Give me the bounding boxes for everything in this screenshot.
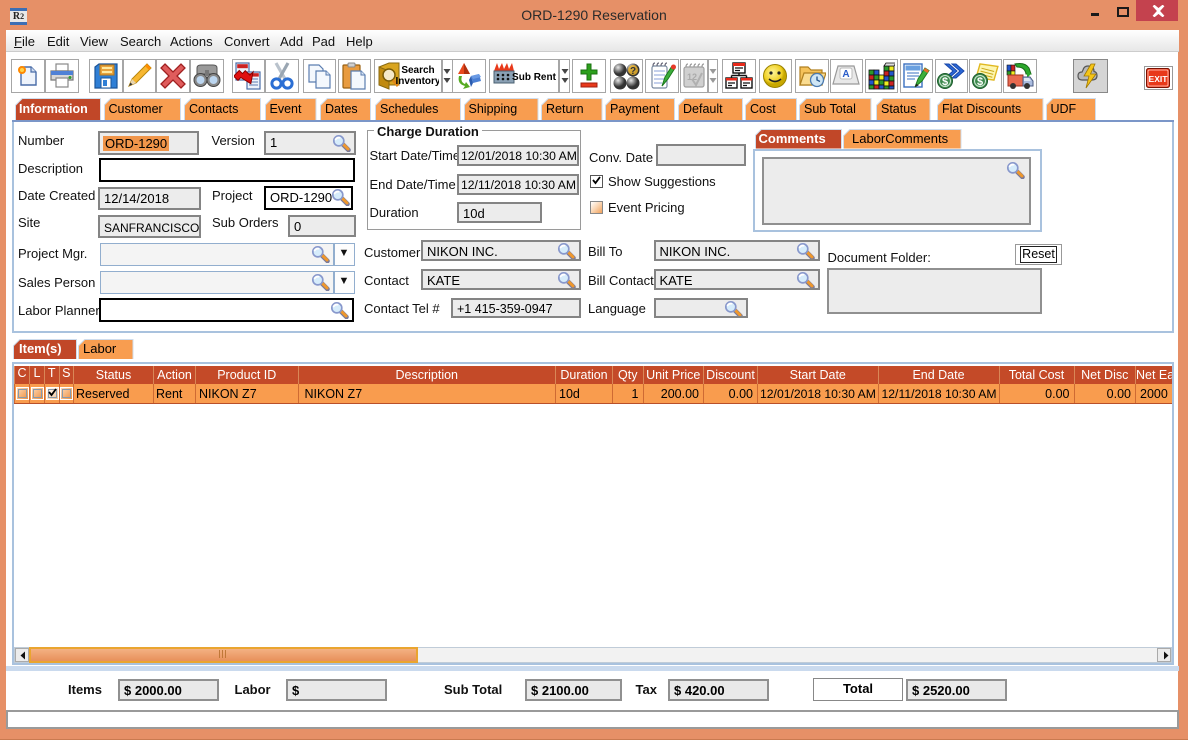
svg-text:$: $ [942, 76, 948, 88]
svg-text:?: ? [630, 66, 636, 77]
svg-text:EXIT: EXIT [1149, 74, 1169, 84]
svg-text:Inventory: Inventory [395, 76, 439, 87]
svg-text:Search: Search [401, 65, 434, 76]
svg-text:$: $ [977, 76, 983, 88]
svg-text:A: A [843, 69, 850, 80]
svg-text:Sub Rent: Sub Rent [512, 72, 556, 83]
